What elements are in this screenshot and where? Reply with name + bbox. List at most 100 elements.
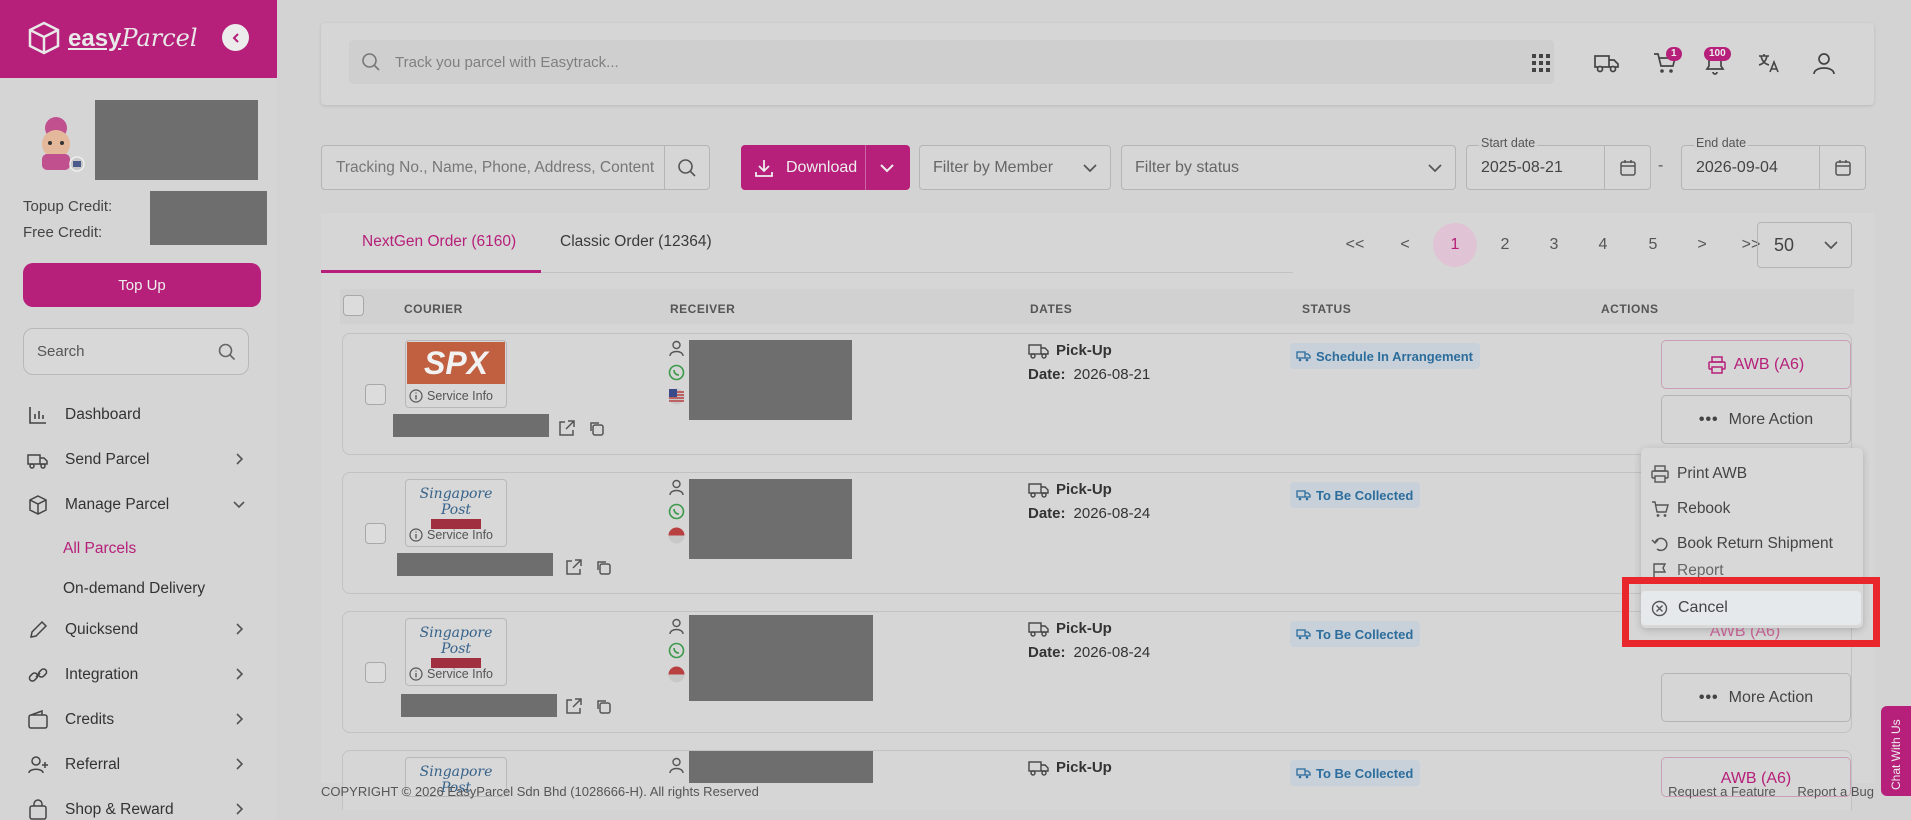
filter-member-placeholder: Filter by Member [933, 158, 1054, 176]
calendar-icon [1619, 159, 1636, 176]
request-feature-link[interactable]: Request a Feature [1668, 784, 1776, 799]
sidebar-item-credits[interactable]: Credits [0, 700, 277, 740]
search-icon [218, 343, 236, 360]
pagination-first[interactable]: << [1333, 223, 1377, 267]
user-profile-icon[interactable] [1812, 51, 1836, 75]
service-info-label: Service Info [427, 528, 494, 542]
chevron-down-icon[interactable] [879, 161, 895, 175]
chat-with-us-tab[interactable]: Chat With Us [1881, 706, 1911, 796]
collapse-sidebar-button[interactable] [222, 24, 249, 51]
shopping-bag-icon [29, 799, 47, 820]
calendar-icon [1834, 159, 1851, 176]
chevron-down-icon [1428, 163, 1442, 172]
sidebar-item-dashboard[interactable]: Dashboard [0, 395, 277, 435]
singpost-logo: Singapore Post [414, 486, 498, 529]
filter-status-select[interactable]: Filter by status [1121, 145, 1456, 190]
start-date-field[interactable]: Start date 2025-08-21 [1466, 136, 1651, 190]
date-value: 2026-08-24 [1073, 505, 1151, 522]
topup-credit-label: Topup Credit: [23, 198, 113, 215]
copy-icon[interactable] [595, 698, 612, 715]
sidebar-search-input[interactable]: Search [23, 328, 249, 375]
end-date-value: 2026-09-04 [1696, 159, 1778, 176]
external-link-icon[interactable] [557, 419, 576, 438]
pagination-next[interactable]: > [1680, 223, 1724, 267]
date-range-separator: - [1658, 157, 1664, 174]
service-info-link[interactable]: Service Info [409, 667, 493, 681]
sidebar-search-placeholder: Search [37, 343, 85, 360]
more-action-button[interactable]: ••• More Action [1661, 395, 1851, 444]
easytrack-search-input[interactable]: Track you parcel with Easytrack... [349, 40, 1554, 84]
header-dates: DATES [1030, 302, 1073, 316]
end-date-field[interactable]: End date 2026-09-04 [1681, 136, 1866, 190]
tab-classic-order[interactable]: Classic Order (12364) [560, 233, 712, 251]
external-link-icon[interactable] [564, 697, 583, 716]
sidebar-item-label: Manage Parcel [65, 496, 170, 513]
malaysia-flag-icon [668, 388, 685, 405]
sidebar-item-quicksend[interactable]: Quicksend [0, 610, 277, 650]
order-search-button[interactable] [664, 146, 709, 189]
row-checkbox[interactable] [365, 384, 386, 405]
topup-button[interactable]: Top Up [23, 263, 261, 307]
pagination-prev[interactable]: < [1383, 223, 1427, 267]
pagination-page-2[interactable]: 2 [1483, 223, 1527, 267]
date-label: Date: [1028, 505, 1066, 522]
start-date-value: 2025-08-21 [1481, 159, 1563, 176]
per-page-select[interactable]: 50 [1757, 222, 1852, 268]
report-bug-link[interactable]: Report a Bug [1797, 784, 1874, 799]
status-badge: To Be Collected [1290, 621, 1421, 647]
filter-member-select[interactable]: Filter by Member [919, 145, 1111, 190]
apps-grid-icon[interactable] [1531, 53, 1551, 73]
order-search-placeholder: Tracking No., Name, Phone, Address, Cont… [336, 158, 655, 176]
courier-logo-singpost[interactable]: Singapore Post Service Info [405, 479, 507, 547]
easyparcel-logo[interactable]: easyParcel [26, 20, 198, 56]
service-info-link[interactable]: Service Info [409, 389, 493, 403]
start-date-label: Start date [1479, 136, 1538, 150]
courier-logo-spx[interactable]: SPX Service Info [405, 340, 507, 408]
sidebar-item-all-parcels[interactable]: All Parcels [0, 529, 277, 569]
more-action-button[interactable]: ••• More Action [1661, 673, 1851, 722]
spx-logo: SPX [407, 342, 505, 384]
truck-icon [1028, 344, 1049, 359]
order-search-input[interactable]: Tracking No., Name, Phone, Address, Cont… [321, 145, 710, 190]
pagination-page-5[interactable]: 5 [1631, 223, 1675, 267]
menu-item-book-return-shipment[interactable]: Book Return Shipment [1641, 526, 1863, 561]
pagination-page-3[interactable]: 3 [1532, 223, 1576, 267]
external-link-icon[interactable] [564, 558, 583, 577]
copy-icon[interactable] [595, 559, 612, 576]
select-all-checkbox[interactable] [343, 295, 364, 316]
sidebar-item-shop-reward[interactable]: Shop & Reward [0, 790, 277, 820]
sidebar-item-referral[interactable]: Referral [0, 745, 277, 785]
copy-icon[interactable] [588, 420, 605, 437]
pen-icon [30, 620, 48, 638]
chevron-right-icon [236, 453, 244, 465]
sidebar-item-send-parcel[interactable]: Send Parcel [0, 440, 277, 480]
start-date-picker-button[interactable] [1604, 146, 1650, 189]
receiver-icons [668, 618, 685, 690]
whatsapp-icon[interactable] [668, 503, 685, 520]
sidebar-item-manage-parcel[interactable]: Manage Parcel [0, 485, 277, 525]
row-checkbox[interactable] [365, 523, 386, 544]
tab-nextgen-order[interactable]: NextGen Order (6160) [362, 233, 516, 251]
menu-item-rebook[interactable]: Rebook [1641, 491, 1863, 526]
row-checkbox[interactable] [365, 662, 386, 683]
sidebar-item-on-demand-delivery[interactable]: On-demand Delivery [0, 569, 277, 609]
pagination-page-1[interactable]: 1 [1433, 223, 1477, 267]
whatsapp-icon[interactable] [668, 642, 685, 659]
service-info-link[interactable]: Service Info [409, 528, 493, 542]
menu-item-print-awb[interactable]: Print AWB [1641, 456, 1863, 491]
delivery-truck-icon[interactable] [1594, 51, 1620, 75]
awb-a6-button[interactable]: AWB (A6) [1661, 340, 1851, 389]
whatsapp-icon[interactable] [668, 364, 685, 381]
chevron-right-icon [236, 803, 244, 815]
translate-icon[interactable] [1757, 52, 1781, 74]
download-button[interactable]: Download [741, 145, 910, 190]
logo-text: easyParcel [68, 23, 198, 52]
end-date-picker-button[interactable] [1819, 146, 1865, 189]
easytrack-placeholder: Track you parcel with Easytrack... [395, 53, 619, 71]
sidebar-item-integration[interactable]: Integration [0, 655, 277, 695]
sidebar-item-label: Credits [65, 711, 115, 728]
avatar[interactable] [30, 114, 86, 174]
courier-logo-singpost[interactable]: Singapore Post Service Info [405, 618, 507, 686]
pagination-page-4[interactable]: 4 [1581, 223, 1625, 267]
pickup-label: Pick-Up [1028, 342, 1150, 359]
